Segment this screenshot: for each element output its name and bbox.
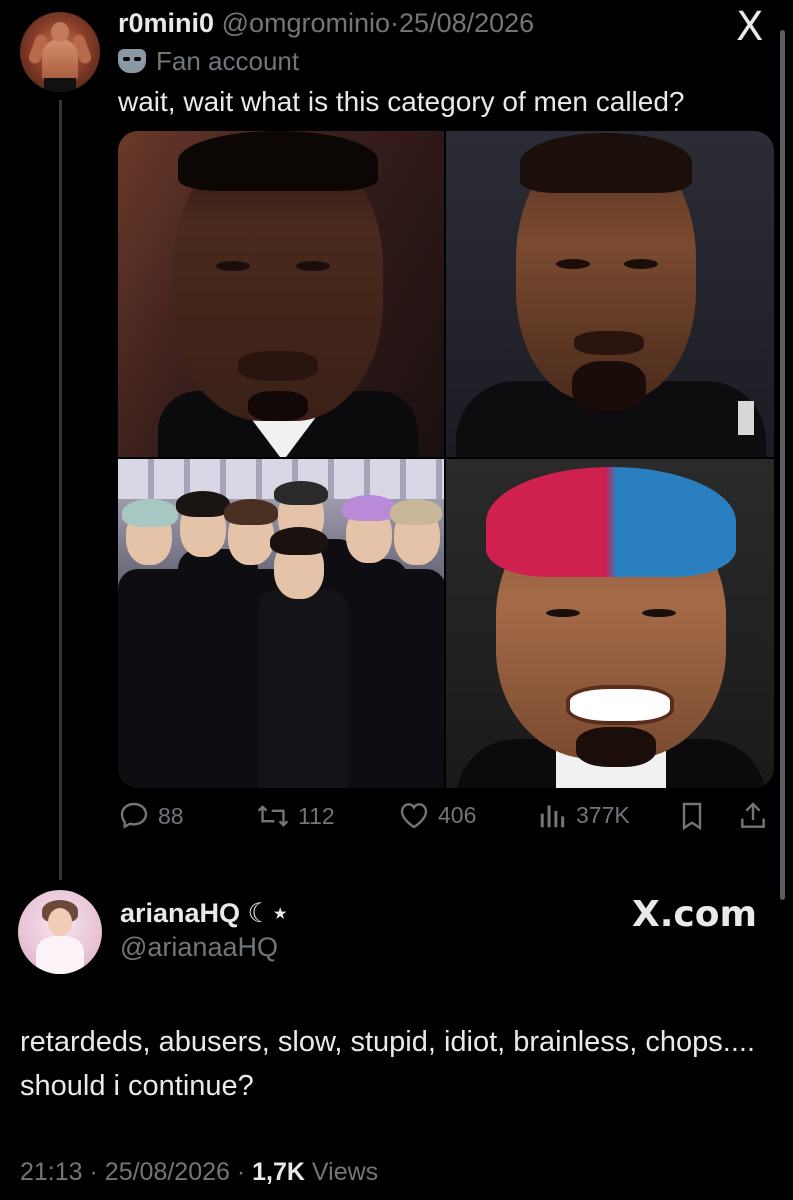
media-image-1[interactable] [118,131,446,459]
repost-count: 112 [298,802,335,829]
views-button[interactable]: 377K [538,800,630,830]
author-name[interactable]: r0mini0 [118,8,214,38]
reply-time[interactable]: 21:13 [20,1158,83,1186]
x-logo-icon: X [736,4,764,50]
fan-account-label: Fan account [118,44,299,78]
scrollbar[interactable] [780,30,785,900]
reply-meta: 21:13 · 25/08/2026 · 1,7K Views [20,1158,378,1187]
view-count: 377K [576,801,630,828]
reply-views-label: Views [311,1158,379,1186]
tweet-actions: 88 112 406 377K [118,800,778,844]
media-grid [118,131,774,788]
reply-button[interactable]: 88 [118,800,184,832]
share-button[interactable] [738,800,768,832]
fan-account-text: Fan account [156,46,300,76]
separator: · [89,1158,98,1186]
reply-author-name[interactable]: arianaHQ ☾⋆ [120,898,289,929]
analytics-icon [540,805,565,828]
reply-author-avatar[interactable] [18,890,102,974]
reply-icon [120,802,148,829]
tweet-date[interactable]: 25/08/2026 [399,8,534,38]
media-image-4[interactable] [446,459,774,788]
tweet-text: wait, wait what is this category of men … [118,86,685,117]
separator: · [390,8,400,38]
repost-button[interactable]: 112 [256,800,335,832]
tweet-screen: r0mini0 @omgrominio·25/08/2026 X Fan acc… [0,0,793,1200]
reply-date[interactable]: 25/08/2026 [105,1158,230,1186]
reply-author-handle[interactable]: @arianaaHQ [120,932,278,963]
author-avatar[interactable] [20,12,100,92]
thread-line [59,100,62,880]
like-count: 406 [438,801,477,828]
mask-icon [118,49,146,73]
tweet-header: r0mini0 @omgrominio·25/08/2026 [118,6,534,40]
bookmark-icon [682,802,702,831]
reply-count: 88 [158,802,184,829]
bookmark-button[interactable] [678,800,706,832]
separator: · [236,1158,246,1186]
media-image-2[interactable] [446,131,774,459]
author-handle[interactable]: @omgrominio [222,8,390,38]
reply-text: retardeds, abusers, slow, stupid, idiot,… [20,1026,756,1102]
media-image-3[interactable] [118,459,446,788]
xcom-watermark: X.com [632,894,758,935]
reply-views-count: 1,7K [252,1158,305,1186]
like-button[interactable]: 406 [398,800,476,830]
heart-icon [400,803,428,829]
share-icon [741,802,765,828]
repost-icon [257,805,289,827]
